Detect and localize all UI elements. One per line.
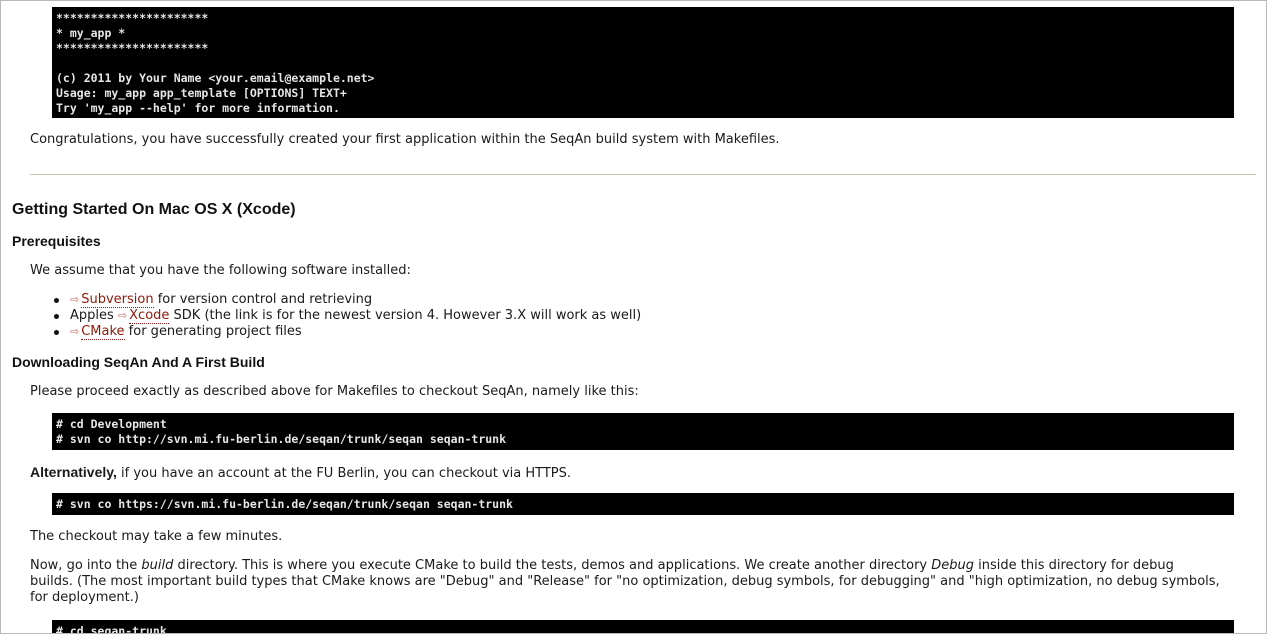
prerequisites-intro: We assume that you have the following so…: [30, 263, 411, 278]
download-heading: Downloading SeqAn And A First Build: [12, 354, 265, 370]
xcode-link[interactable]: Xcode: [129, 308, 170, 324]
build-paragraph-line: Now, go into the build directory. This i…: [30, 558, 1174, 573]
list-item: ⇨ Subversion for version control and retr…: [52, 292, 641, 308]
build-paragraph-line: for deployment.): [30, 590, 139, 605]
cmake-link[interactable]: CMake: [81, 324, 125, 340]
bullet-icon: [54, 330, 59, 335]
congrats-paragraph: Congratulations, you have successfully c…: [30, 132, 780, 147]
list-item: ⇨ CMake for generating project files: [52, 324, 641, 340]
section-title: Getting Started On Mac OS X (Xcode): [12, 201, 296, 218]
bullet-icon: [54, 298, 59, 303]
bullet-icon: [54, 314, 59, 319]
cd-code-block: # cd seqan-trunk: [52, 620, 1234, 633]
external-link-icon: ⇨: [117, 309, 128, 322]
usage-output-block: ********************** * my_app * ******…: [52, 7, 1234, 118]
build-paragraph: Now, go into the build directory. This i…: [30, 558, 1220, 606]
checkout-note: The checkout may take a few minutes.: [30, 529, 283, 544]
external-link-icon: ⇨: [70, 325, 80, 338]
build-dir-term: build: [141, 558, 174, 573]
download-intro: Please proceed exactly as described abov…: [30, 384, 639, 399]
checkout-code-block: # cd Development # svn co http://svn.mi.…: [52, 413, 1234, 450]
alternatively-label: Alternatively,: [30, 464, 117, 480]
document-page: ********************** * my_app * ******…: [0, 0, 1267, 634]
debug-dir-term: Debug: [931, 558, 975, 573]
build-paragraph-line: builds. (The most important build types …: [30, 574, 1220, 589]
external-link-icon: ⇨: [70, 293, 80, 306]
subversion-link[interactable]: Subversion: [81, 292, 154, 308]
software-list: ⇨ Subversion for version control and retr…: [52, 292, 641, 340]
list-item: Apples ⇨ Xcode SDK (the link is for the n…: [52, 308, 641, 324]
alternative-paragraph: Alternatively, if you have an account at…: [30, 464, 572, 481]
section-divider: [30, 174, 1256, 175]
https-code-block: # svn co https://svn.mi.fu-berlin.de/seq…: [52, 493, 1234, 515]
prerequisites-heading: Prerequisites: [12, 233, 101, 249]
